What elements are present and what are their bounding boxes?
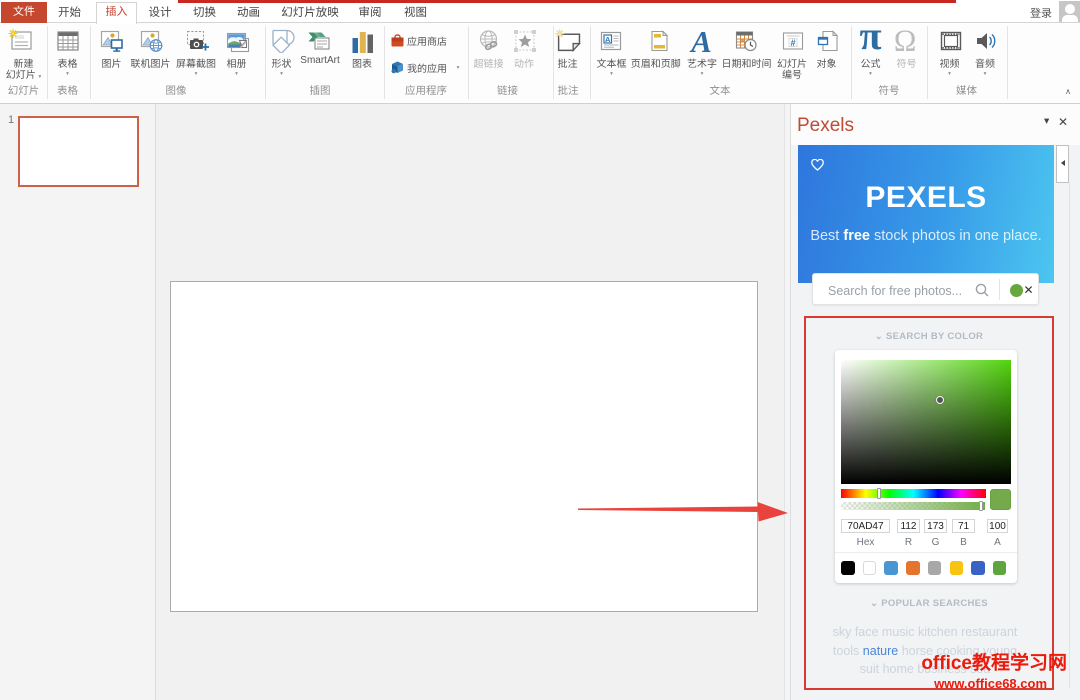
- svg-text:Ω: Ω: [895, 29, 916, 51]
- svg-text:π: π: [860, 29, 882, 51]
- svg-text:A: A: [689, 29, 712, 53]
- svg-text:#: #: [790, 38, 795, 48]
- svg-text:A: A: [605, 35, 611, 44]
